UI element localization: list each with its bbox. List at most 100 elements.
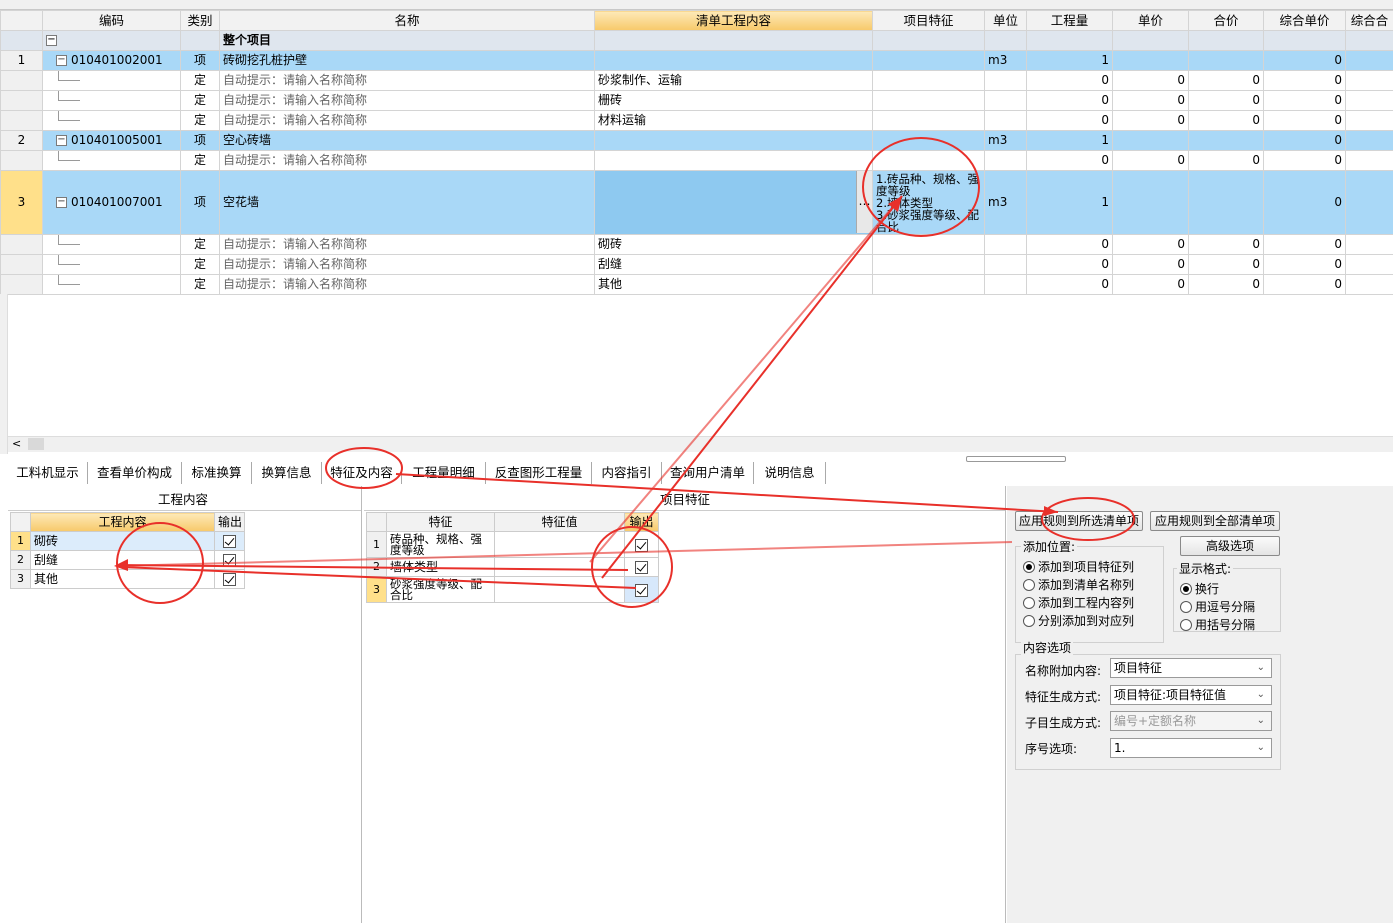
header-code[interactable]: 编码 <box>42 10 181 31</box>
tab-description[interactable]: 说明信息 <box>754 462 826 484</box>
table-row[interactable]: 定 自动提示：请输入名称简称 0 0 0 0 <box>0 150 1393 171</box>
table-row[interactable]: 定 自动提示：请输入名称简称 材料运输 0 0 0 0 <box>0 110 1393 131</box>
header-total-price[interactable]: 合价 <box>1188 10 1264 31</box>
tab-quantity-details[interactable]: 工程量明细 <box>402 462 486 484</box>
header-bill-content[interactable]: 清单工程内容 <box>594 10 873 31</box>
header-unit[interactable]: 单位 <box>984 10 1027 31</box>
output-checkbox[interactable] <box>223 554 236 567</box>
chevron-down-icon: ⌄ <box>1256 689 1265 700</box>
bill-content-editor[interactable]: … <box>594 170 873 235</box>
tree-line <box>58 275 80 285</box>
table-row[interactable]: 定 自动提示：请输入名称简称 刮缝 0 0 0 0 <box>0 254 1393 275</box>
radio-on-icon <box>1180 583 1192 595</box>
header-quantity[interactable]: 工程量 <box>1026 10 1113 31</box>
feature-panel: 项目特征 特征 特征值 输出 1 砖品种、规格、强度等级 2 墙体类型 3 砂浆… <box>364 486 1006 923</box>
tab-conversion-info[interactable]: 换算信息 <box>252 462 322 484</box>
radio-format-newline[interactable]: 换行 <box>1180 582 1219 596</box>
content-options-label: 内容选项 <box>1021 639 1074 656</box>
radio-off-icon <box>1180 601 1192 613</box>
header-category[interactable]: 类别 <box>180 10 220 31</box>
radio-add-each-col[interactable]: 分别添加到对应列 <box>1023 614 1134 628</box>
tree-line <box>58 111 80 121</box>
output-checkbox[interactable] <box>635 561 648 574</box>
chevron-down-icon: ⌄ <box>1256 715 1265 726</box>
tab-user-bill[interactable]: 查询用户清单 <box>662 462 754 484</box>
scrollbar-thumb[interactable] <box>28 438 44 450</box>
feature-gen-select[interactable]: 项目特征:项目特征值 ⌄ <box>1110 685 1272 705</box>
header-output[interactable]: 输出 <box>214 512 245 532</box>
output-checkbox[interactable] <box>635 538 648 552</box>
header-composite-total[interactable]: 综合合 <box>1345 10 1393 31</box>
advanced-options-button[interactable]: 高级选项 <box>1180 536 1280 556</box>
radio-add-feature-col[interactable]: 添加到项目特征列 <box>1023 560 1134 574</box>
radio-off-icon <box>1180 619 1192 631</box>
radio-off-icon <box>1023 597 1035 609</box>
apply-selected-button[interactable]: 应用规则到所选清单项 <box>1015 511 1143 531</box>
seq-select[interactable]: 1. ⌄ <box>1110 738 1272 758</box>
radio-off-icon <box>1023 579 1035 591</box>
table-row[interactable]: 2 墙体类型 <box>366 557 659 577</box>
tab-labor-material[interactable]: 工料机显示 <box>8 462 88 484</box>
horizontal-scrollbar[interactable]: < <box>8 436 1393 452</box>
header-feature-value[interactable]: 特征值 <box>494 512 625 532</box>
radio-format-bracket[interactable]: 用括号分隔 <box>1180 618 1255 632</box>
scroll-left-icon[interactable]: < <box>12 437 21 450</box>
header-feature[interactable]: 项目特征 <box>872 10 985 31</box>
table-row[interactable]: 定 自动提示：请输入名称简称 栅砖 0 0 0 0 <box>0 90 1393 111</box>
header-work-content[interactable]: 工程内容 <box>30 512 215 532</box>
radio-add-content-col[interactable]: 添加到工程内容列 <box>1023 596 1134 610</box>
bottom-tab-bar: 工料机显示 查看单价构成 标准换算 换算信息 特征及内容 工程量明细 反查图形工… <box>8 462 1393 486</box>
tree-line <box>58 235 80 245</box>
output-checkbox[interactable] <box>223 573 236 586</box>
sub-gen-label: 子目生成方式: <box>1025 716 1102 730</box>
table-row[interactable]: 1 −010401002001 项 砖砌挖孔桩护壁 m3 1 0 <box>0 50 1393 71</box>
collapse-icon[interactable]: − <box>56 197 67 208</box>
tab-content-guide[interactable]: 内容指引 <box>592 462 662 484</box>
tree-line <box>58 151 80 161</box>
tab-features-content[interactable]: 特征及内容 <box>322 462 402 484</box>
output-checkbox[interactable] <box>635 583 648 597</box>
radio-on-icon <box>1023 561 1035 573</box>
feature-cell[interactable]: 1.砖品种、规格、强度等级 2.墙体类型 3.砂浆强度等级、配合比 <box>872 170 985 235</box>
table-row[interactable]: 定 自动提示：请输入名称简称 其他 0 0 0 0 <box>0 274 1393 295</box>
radio-format-comma[interactable]: 用逗号分隔 <box>1180 600 1255 614</box>
table-row[interactable]: 2 −010401005001 项 空心砖墙 m3 1 0 <box>0 130 1393 151</box>
table-row[interactable]: 定 自动提示：请输入名称简称 砂浆制作、运输 0 0 0 0 <box>0 70 1393 91</box>
table-row-selected[interactable]: 3 −010401007001 项 空花墙 … 1.砖品种、规格、强度等级 2.… <box>0 170 1393 235</box>
grid-left-edge <box>0 294 8 454</box>
tree-line <box>58 71 80 81</box>
table-row[interactable]: 定 自动提示：请输入名称简称 砌砖 0 0 0 0 <box>0 234 1393 255</box>
tree-line <box>58 91 80 101</box>
chevron-down-icon: ⌄ <box>1256 742 1265 753</box>
feature-value-cell[interactable] <box>494 576 625 603</box>
table-row[interactable]: 3 砂浆强度等级、配合比 <box>366 576 659 603</box>
collapse-icon[interactable]: − <box>46 35 57 46</box>
table-row[interactable]: 1 砌砖 <box>10 531 245 551</box>
table-row[interactable]: 3 其他 <box>10 569 245 589</box>
header-name[interactable]: 名称 <box>219 10 595 31</box>
feature-value-cell[interactable] <box>494 531 625 558</box>
work-content-title: 工程内容 <box>158 492 209 507</box>
tab-reverse-graphic[interactable]: 反查图形工程量 <box>486 462 592 484</box>
table-row[interactable]: 1 砖品种、规格、强度等级 <box>366 531 659 558</box>
radio-add-name-col[interactable]: 添加到清单名称列 <box>1023 578 1134 592</box>
header-feature[interactable]: 特征 <box>386 512 495 532</box>
collapse-icon[interactable]: − <box>56 55 67 66</box>
collapse-icon[interactable]: − <box>56 135 67 146</box>
feature-value-cell[interactable] <box>494 557 625 577</box>
tab-standard-conversion[interactable]: 标准换算 <box>182 462 252 484</box>
ellipsis-button[interactable]: … <box>856 171 872 233</box>
seq-label: 序号选项: <box>1025 742 1078 756</box>
header-unit-price[interactable]: 单价 <box>1112 10 1189 31</box>
header-composite-unit-price[interactable]: 综合单价 <box>1263 10 1346 31</box>
tab-unit-price[interactable]: 查看单价构成 <box>88 462 182 484</box>
feature-table: 特征 特征值 输出 1 砖品种、规格、强度等级 2 墙体类型 3 砂浆强度等级、… <box>366 512 659 603</box>
summary-row[interactable]: − 整个项目 <box>0 30 1393 51</box>
bill-grid: 编码 类别 名称 清单工程内容 项目特征 单位 工程量 单价 合价 综合单价 综… <box>0 10 1393 295</box>
name-append-select[interactable]: 项目特征 ⌄ <box>1110 658 1272 678</box>
table-row[interactable]: 2 刮缝 <box>10 550 245 570</box>
apply-all-button[interactable]: 应用规则到全部清单项 <box>1150 511 1280 531</box>
header-output[interactable]: 输出 <box>624 512 659 532</box>
output-checkbox[interactable] <box>223 535 236 548</box>
toolbar-strip <box>0 0 1393 10</box>
